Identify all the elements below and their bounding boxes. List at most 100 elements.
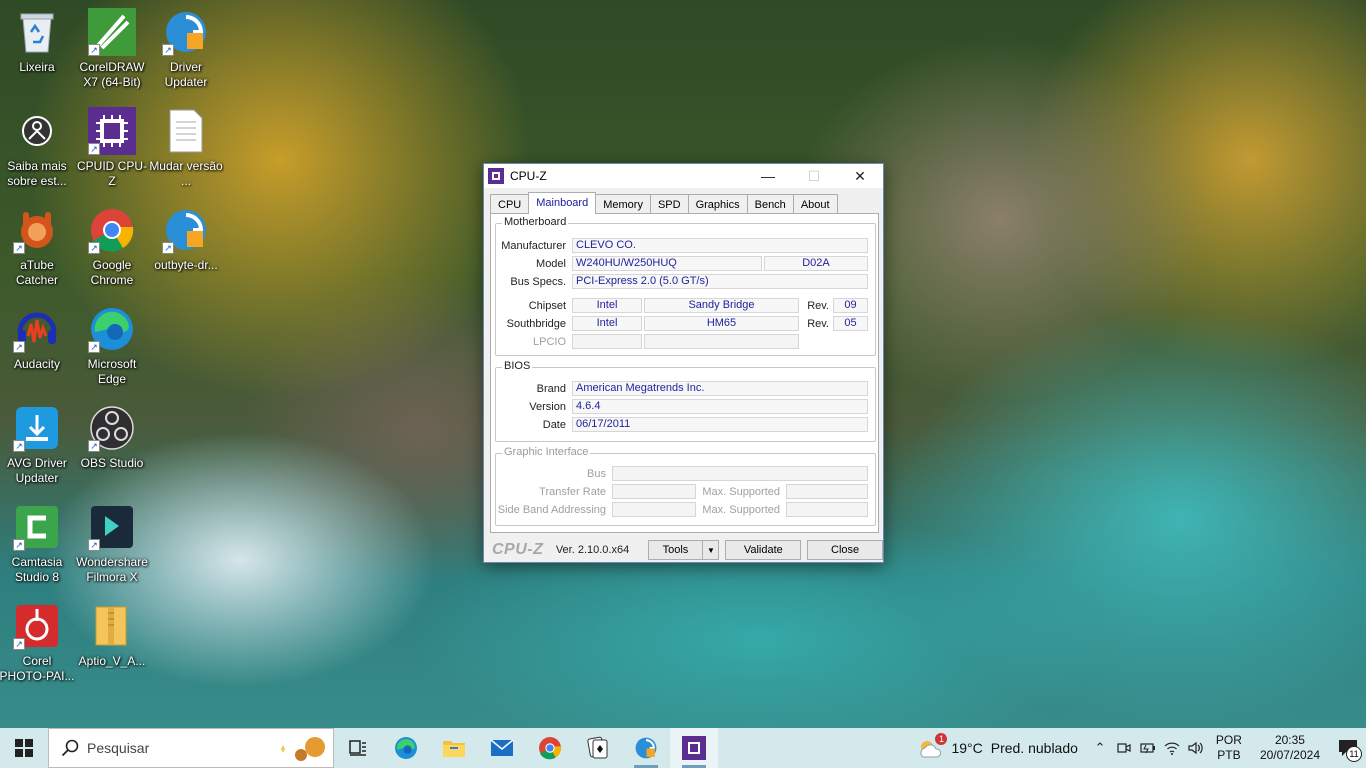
taskbar-mail[interactable] [478,728,526,768]
desktop-icon-label: CorelDRAW X7 (64-Bit) [79,60,145,89]
wifi-icon[interactable] [1160,728,1184,768]
shortcut-arrow-icon: ↗ [13,242,25,254]
minimize-button[interactable]: — [745,164,791,188]
tab-spd[interactable]: SPD [649,194,689,214]
tab-about[interactable]: About [792,194,838,214]
gi-max-supported-label: Max. Supported [702,486,780,498]
tab-mainboard[interactable]: Mainboard [528,192,597,214]
model-label: Model [536,258,566,270]
meet-now-icon[interactable] [1112,728,1136,768]
taskbar-edge[interactable] [382,728,430,768]
taskbar-cpuz[interactable] [670,728,718,768]
desktop-icon-learn-more[interactable]: Saiba mais sobre est... [0,101,75,193]
bios-date-label: Date [542,419,566,431]
desktop-icon-coreldraw[interactable]: ↗ CorelDRAW X7 (64-Bit) [74,2,150,94]
desktop-icon-camtasia[interactable]: ↗ Camtasia Studio 8 [0,497,75,589]
gi-transfer-rate-value [612,484,696,499]
start-button[interactable] [0,728,48,768]
bios-date-value: 06/17/2011 [572,417,868,432]
cpuz-icon: ↗ [88,107,136,155]
shortcut-arrow-icon: ↗ [88,440,100,452]
close-window-button[interactable]: ✕ [837,164,883,188]
chrome-icon: ↗ [88,206,136,254]
obs-icon: ↗ [88,404,136,452]
edge-icon [395,737,417,759]
language-indicator[interactable]: POR PTB [1216,733,1242,763]
desktop-icon-filmora[interactable]: ↗ Wondershare Filmora X [74,497,150,589]
desktop-icon-audacity[interactable]: ↗ Audacity [0,299,75,391]
desktop-icon-atube-catcher[interactable]: ↗ aTube Catcher [0,200,75,292]
notification-center-button[interactable]: 11 [1330,728,1366,768]
corel-photo-paint-icon: ↗ [13,602,61,650]
tab-bench[interactable]: Bench [746,194,794,214]
tab-memory[interactable]: Memory [595,194,651,214]
clock-date: 20/07/2024 [1259,748,1320,762]
cpuz-icon [488,168,504,184]
busspecs-value: PCI-Express 2.0 (5.0 GT/s) [572,274,868,289]
desktop-icon-label: outbyte-dr... [154,258,218,272]
chevron-down-icon[interactable]: ▼ [702,541,718,559]
southbridge-label: Southbridge [506,318,566,330]
desktop-icon-folder[interactable]: Aptio_V_A... [74,596,150,688]
system-tray: 1 19°C Pred. nublado ⌃ POR PTB 20:35 20/… [917,728,1366,768]
desktop-icon-label: Camtasia Studio 8 [11,555,63,584]
desktop-icon-chrome[interactable]: ↗ Google Chrome [74,200,150,292]
desktop-icon-text-file[interactable]: Mudar versão ... [148,101,224,193]
graphic-interface-group: Graphic Interface Bus Transfer Rate Max.… [495,446,876,526]
clock[interactable]: 20:35 20/07/2024 [1260,733,1320,763]
recycle-bin-icon [13,8,61,56]
taskbar-solitaire[interactable] [574,728,622,768]
shortcut-arrow-icon: ↗ [88,341,100,353]
task-view-icon [349,740,366,756]
search-highlight-icon [281,737,325,761]
tab-graphics[interactable]: Graphics [687,194,748,214]
gi-sideband-label: Side Band Addressing [497,504,606,516]
tools-button[interactable]: Tools ▼ [647,540,720,560]
shortcut-arrow-icon: ↗ [88,242,100,254]
filmora-icon: ↗ [88,503,136,551]
weather-temperature: 19°C [951,740,983,756]
desktop-icon-label: Google Chrome [90,258,134,287]
close-button[interactable]: Close [807,540,884,560]
tab-cpu[interactable]: CPU [490,194,530,214]
bios-version-label: Version [529,401,566,413]
southbridge-vendor-value: Intel [572,316,642,331]
volume-icon[interactable] [1184,728,1208,768]
shortcut-arrow-icon: ↗ [88,44,100,56]
desktop-icon-cpuz[interactable]: ↗ CPUID CPU-Z [74,101,150,193]
chevron-up-icon[interactable]: ⌃ [1088,728,1112,768]
desktop-icon-edge[interactable]: ↗ Microsoft Edge [74,299,150,391]
desktop-icon-label: Aptio_V_A... [78,654,146,668]
desktop-icon-obs[interactable]: ↗ OBS Studio [74,398,150,490]
driver-updater-icon: ↗ [162,8,210,56]
validate-button[interactable]: Validate [725,540,802,560]
taskbar-chrome[interactable] [526,728,574,768]
desktop-icon-label: Lixeira [19,60,55,74]
group-title: Graphic Interface [502,446,591,458]
desktop-icon-label: Saiba mais sobre est... [7,159,67,188]
weather-description: Pred. nublado [990,740,1078,756]
desktop-icon-outbyte[interactable]: ↗ outbyte-dr... [148,200,224,292]
gi-bus-value [612,466,868,481]
search-box[interactable]: Pesquisar [48,728,334,768]
chipset-rev-label: Rev. [807,300,829,312]
maximize-button: ☐ [807,167,821,184]
edge-icon: ↗ [88,305,136,353]
taskbar-file-explorer[interactable] [430,728,478,768]
desktop-icon-avg-driver-updater[interactable]: ↗ AVG Driver Updater [0,398,75,490]
taskbar-task-view[interactable] [334,728,382,768]
bios-version-value: 4.6.4 [572,399,868,414]
battery-icon[interactable] [1136,728,1160,768]
bios-group: BIOS Brand American Megatrends Inc. Vers… [495,360,876,442]
solitaire-icon [587,736,608,759]
window-title: CPU-Z [510,169,547,183]
learn-more-icon [13,107,61,155]
window-titlebar[interactable]: CPU-Z — ☐ ✕ [484,164,883,188]
taskbar-driver-updater[interactable] [622,728,670,768]
desktop-icon-corel-photo-paint[interactable]: ↗ Corel PHOTO-PAI... [0,596,75,688]
desktop-icon-driver-updater[interactable]: ↗ Driver Updater [148,2,224,94]
southbridge-rev-label: Rev. [807,318,829,330]
weather-widget[interactable]: 1 19°C Pred. nublado [917,733,1078,759]
text-file-icon [162,107,210,155]
desktop-icon-recycle-bin[interactable]: Lixeira [0,2,75,94]
